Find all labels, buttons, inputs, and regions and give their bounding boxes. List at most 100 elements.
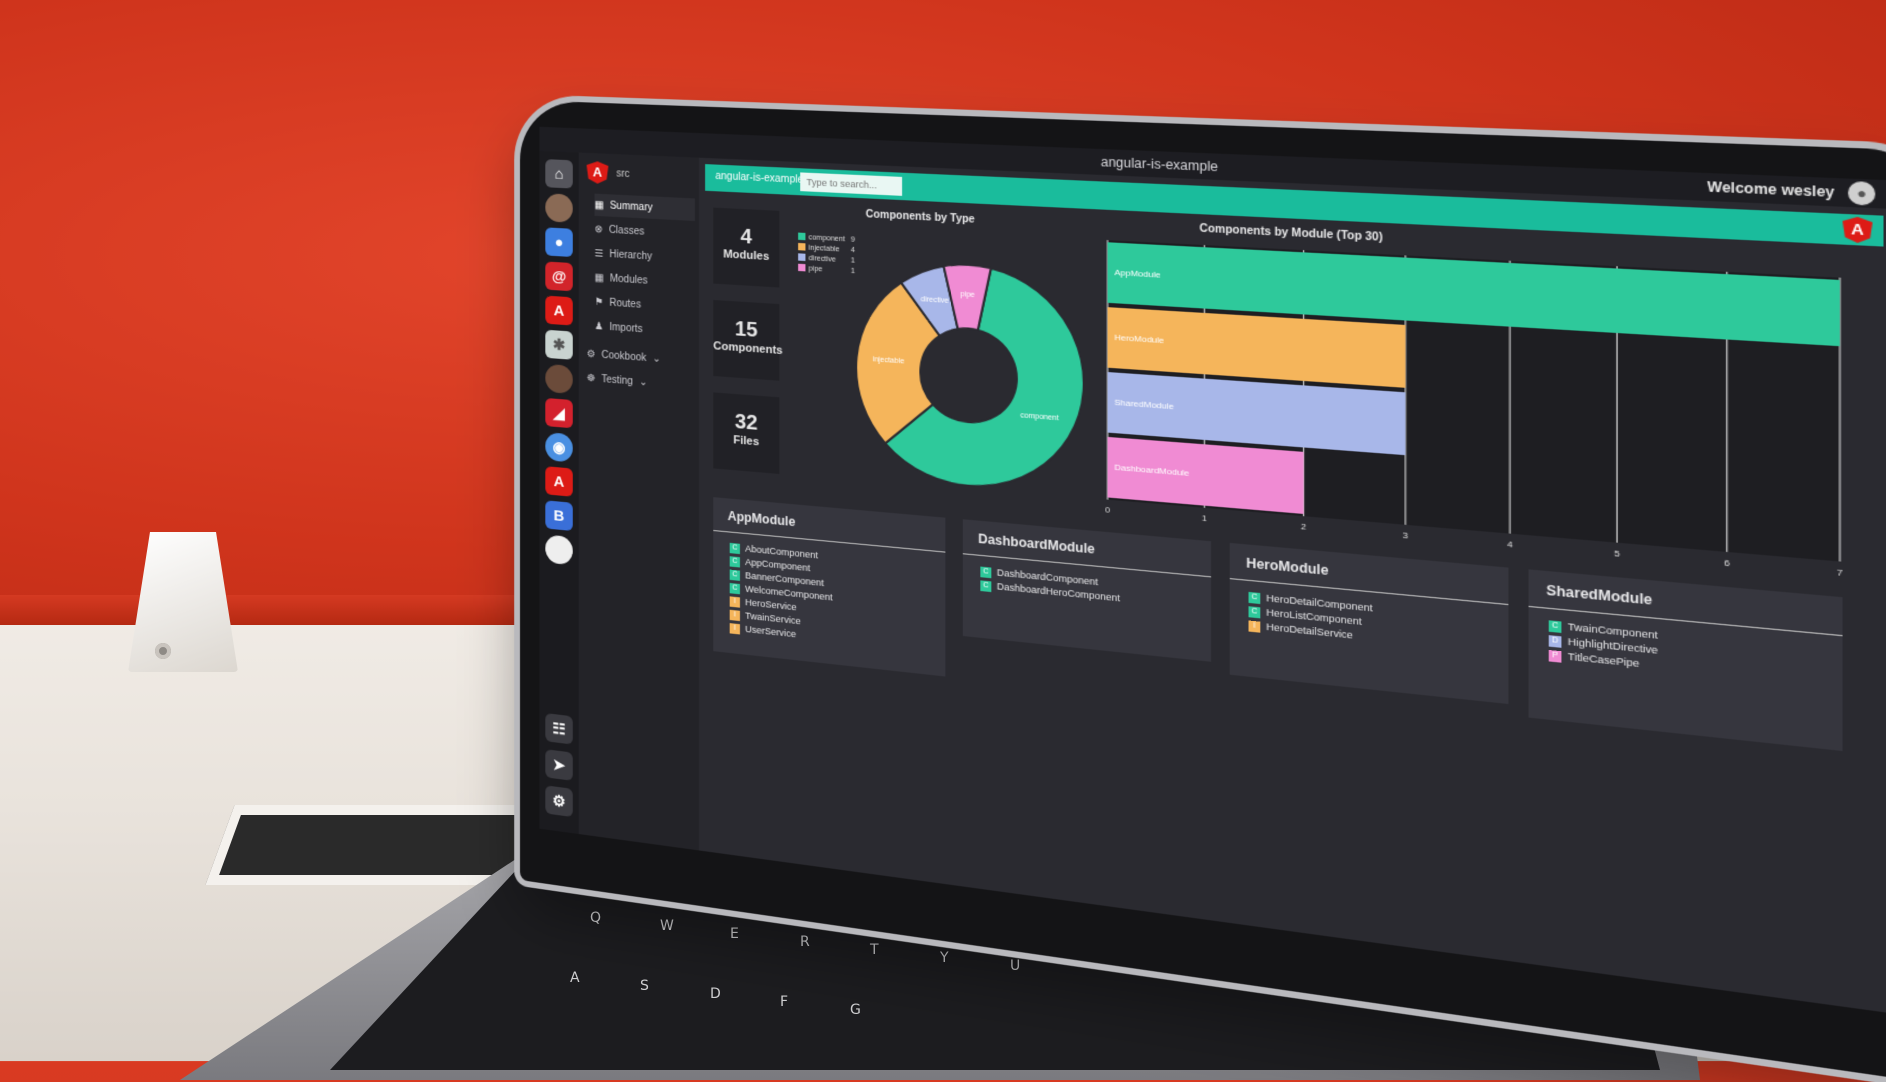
bar-chart: 01234567AppModuleHeroModuleSharedModuleD…: [1096, 235, 1867, 594]
app-dock: ⌂ ● @ A ✱ ◢ ◉ A B ☷ ➤ ⚙: [539, 151, 578, 834]
chevron-down-icon: ⌄: [652, 353, 660, 365]
type-badge: I: [730, 623, 740, 634]
x-tick-label: 6: [1724, 557, 1731, 568]
summary-icon: ▦: [595, 199, 604, 211]
stat-label: Modules: [713, 248, 779, 264]
type-badge: C: [730, 569, 740, 580]
hierarchy-icon: ☰: [595, 248, 604, 260]
nav-source-label: src: [616, 168, 629, 180]
type-badge: C: [730, 582, 740, 593]
angular-logo-icon: A: [1843, 216, 1873, 243]
nav-item-label: Modules: [610, 273, 648, 286]
main-content: angular-is-example A 4 Modules 15 Compon…: [699, 158, 1886, 1014]
x-tick-label: 1: [1202, 513, 1207, 523]
legend-swatch: [798, 264, 805, 272]
nav-item-label: Summary: [610, 200, 653, 213]
type-badge: C: [730, 556, 740, 567]
nav-item-hierarchy[interactable]: ☰ Hierarchy: [595, 242, 695, 270]
type-badge: I: [730, 596, 740, 607]
user-avatar[interactable]: ●: [1848, 181, 1875, 206]
legend-label: directive: [809, 255, 837, 264]
module-card-hero[interactable]: HeroModule C HeroDetailComponent C HeroList…: [1230, 543, 1509, 704]
angular-logo-icon: A: [587, 161, 609, 184]
type-badge: C: [1249, 591, 1261, 603]
search-input[interactable]: [800, 172, 902, 195]
stand-bolt: [155, 643, 171, 659]
pie-chart: componentinjectabledirectivepipecomponen…: [792, 218, 1085, 502]
chevron-down-icon: ⌄: [639, 376, 647, 388]
module-card-shared[interactable]: SharedModule C TwainComponent D HighlightDi…: [1529, 569, 1843, 751]
nav-item-label: Imports: [609, 321, 642, 334]
stat-components: 15 Components: [713, 300, 779, 381]
imports-icon: ♟: [595, 320, 604, 332]
avatar[interactable]: [545, 534, 572, 565]
x-tick-label: 7: [1837, 567, 1843, 578]
type-badge: C: [1549, 620, 1562, 633]
type-badge: C: [730, 542, 740, 553]
bootstrap-icon[interactable]: ●: [545, 227, 572, 257]
pie-slice-label: pipe: [960, 291, 975, 299]
x-tick-label: 2: [1301, 521, 1306, 532]
legend-swatch: [798, 243, 805, 251]
modules-icon: ▦: [595, 272, 604, 284]
angular-icon[interactable]: A: [545, 296, 572, 326]
legend-swatch: [798, 253, 805, 261]
nav-item-label: Routes: [609, 297, 641, 310]
nav-item-label: Classes: [609, 224, 645, 237]
nav-header: A src: [587, 159, 691, 190]
angular-icon[interactable]: ◢: [545, 398, 572, 428]
project-tab[interactable]: angular-is-example: [715, 171, 803, 186]
legend-swatch: [798, 233, 805, 241]
side-navigation: A src ▦ Summary ⊗ Classes ☰ Hierarchy ▦ Modu…: [579, 153, 699, 851]
angular-icon[interactable]: @: [545, 261, 572, 291]
legend-label: component: [809, 234, 845, 243]
legend-value: 1: [851, 268, 855, 276]
testing-icon: ☸: [587, 372, 596, 384]
angular-icon[interactable]: A: [545, 466, 572, 497]
nav-item-summary[interactable]: ▦ Summary: [595, 194, 695, 221]
stat-files: 32 Files: [713, 392, 779, 474]
legend-value: 1: [851, 257, 855, 265]
divider-panel-edge: [0, 595, 560, 625]
classes-icon: ⊗: [595, 223, 603, 235]
app-icon[interactable]: ✱: [545, 330, 572, 360]
type-badge: I: [730, 609, 740, 620]
x-tick-label: 3: [1403, 530, 1409, 541]
type-badge: C: [1249, 606, 1261, 618]
routes-icon: ⚑: [595, 296, 604, 308]
type-badge: C: [980, 580, 991, 592]
legend-value: 4: [851, 247, 855, 255]
module-card-dashboard[interactable]: DashboardModule C DashboardComponent C Dash…: [963, 519, 1211, 662]
module-card-app[interactable]: AppModule C AboutComponent C AppComponent C B…: [713, 497, 945, 676]
laptop-screen: angular-is-example Welcome wesley ● ⌂ ● …: [539, 127, 1886, 1014]
avatar[interactable]: [545, 364, 572, 394]
x-tick-label: 4: [1507, 539, 1513, 550]
stat-value: 4: [713, 224, 779, 251]
bootstrap-icon[interactable]: B: [545, 500, 572, 531]
binoculars-icon[interactable]: ☷: [545, 713, 572, 745]
nav-item-classes[interactable]: ⊗ Classes: [595, 218, 695, 246]
module-item-list: C AboutComponent C AppComponent C BannerCompo…: [713, 539, 945, 657]
nav-item-imports[interactable]: ♟ Imports: [595, 315, 695, 344]
legend-label: pipe: [809, 265, 823, 273]
nav-item-label: Cookbook: [601, 349, 646, 363]
stat-modules: 4 Modules: [713, 208, 779, 288]
type-badge: D: [1549, 635, 1562, 648]
x-tick-label: 0: [1105, 505, 1111, 515]
type-badge: I: [1249, 620, 1261, 632]
nav-item-label: Hierarchy: [609, 248, 652, 262]
nav-item-testing[interactable]: ☸ Testing ⌄: [587, 367, 687, 397]
cookbook-icon: ⚙: [587, 348, 596, 360]
app-icon[interactable]: ◉: [545, 432, 572, 462]
type-badge: P: [1549, 649, 1562, 662]
legend-value: 9: [851, 236, 855, 244]
home-icon[interactable]: ⌂: [545, 159, 572, 188]
pointer-icon[interactable]: ➤: [545, 749, 572, 781]
nav-item-label: Testing: [601, 373, 633, 386]
legend-label: injectable: [809, 244, 840, 253]
nav-item-modules[interactable]: ▦ Modules: [595, 266, 695, 294]
bug-icon[interactable]: ⚙: [545, 785, 572, 817]
x-tick-label: 5: [1614, 548, 1621, 559]
type-badge: C: [980, 566, 991, 578]
avatar[interactable]: [545, 193, 572, 223]
